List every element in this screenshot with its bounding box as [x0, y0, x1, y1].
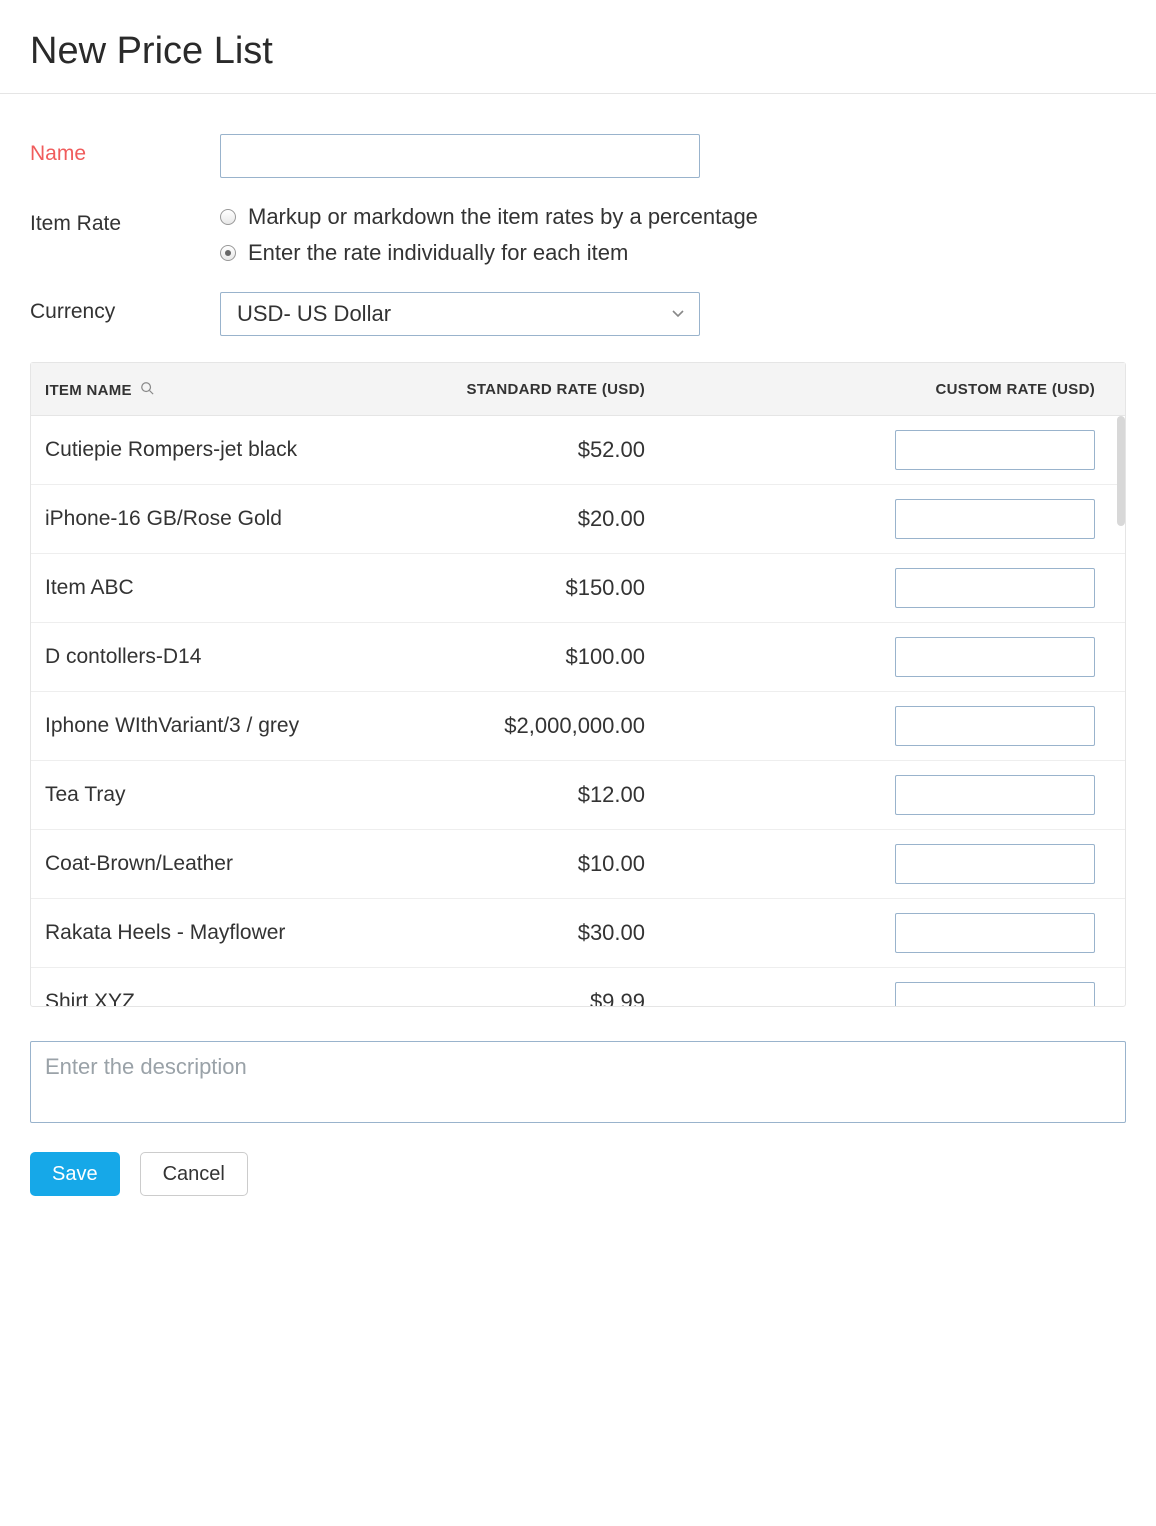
item-name-cell: Iphone WIthVariant/3 / grey — [45, 713, 405, 739]
header-standard-rate: STANDARD RATE (USD) — [405, 381, 645, 399]
standard-rate-cell: $52.00 — [405, 437, 645, 463]
search-icon[interactable] — [140, 381, 154, 399]
item-name-cell: Shirt XYZ — [45, 989, 405, 1006]
custom-rate-cell — [645, 844, 1111, 884]
custom-rate-cell — [645, 499, 1111, 539]
custom-rate-input[interactable] — [895, 637, 1095, 677]
header-custom-rate: CUSTOM RATE (USD) — [645, 381, 1111, 399]
save-button[interactable]: Save — [30, 1152, 120, 1196]
page-title: New Price List — [30, 30, 1126, 93]
standard-rate-cell: $10.00 — [405, 851, 645, 877]
table-row: Tea Tray$12.00 — [31, 761, 1125, 830]
custom-rate-input[interactable] — [895, 913, 1095, 953]
table-row: Cutiepie Rompers-jet black$52.00 — [31, 416, 1125, 485]
custom-rate-cell — [645, 568, 1111, 608]
radio-icon — [220, 209, 236, 225]
table-row: Rakata Heels - Mayflower$30.00 — [31, 899, 1125, 968]
custom-rate-input[interactable] — [895, 499, 1095, 539]
standard-rate-cell: $150.00 — [405, 575, 645, 601]
item-rate-label: Item Rate — [30, 204, 220, 236]
table-row: Coat-Brown/Leather$10.00 — [31, 830, 1125, 899]
cancel-button[interactable]: Cancel — [140, 1152, 248, 1196]
currency-select[interactable]: USD- US Dollar — [220, 292, 700, 336]
item-name-cell: Rakata Heels - Mayflower — [45, 920, 405, 946]
scrollbar[interactable] — [1117, 416, 1125, 1006]
standard-rate-cell: $12.00 — [405, 782, 645, 808]
standard-rate-cell: $9.99 — [405, 989, 645, 1006]
item-name-cell: Tea Tray — [45, 782, 405, 808]
item-name-cell: Cutiepie Rompers-jet black — [45, 437, 405, 463]
custom-rate-input[interactable] — [895, 430, 1095, 470]
standard-rate-cell: $100.00 — [405, 644, 645, 670]
table-row: Iphone WIthVariant/3 / grey$2,000,000.00 — [31, 692, 1125, 761]
custom-rate-cell — [645, 430, 1111, 470]
custom-rate-input[interactable] — [895, 844, 1095, 884]
custom-rate-cell — [645, 775, 1111, 815]
scrollbar-thumb[interactable] — [1117, 416, 1125, 526]
currency-label: Currency — [30, 292, 220, 324]
table-header: ITEM NAME STANDARD RATE (USD) CUSTOM RAT… — [31, 363, 1125, 416]
name-label: Name — [30, 134, 220, 166]
standard-rate-cell: $2,000,000.00 — [405, 713, 645, 739]
custom-rate-cell — [645, 637, 1111, 677]
item-name-cell: iPhone-16 GB/Rose Gold — [45, 506, 405, 532]
custom-rate-cell — [645, 982, 1111, 1006]
table-row: Item ABC$150.00 — [31, 554, 1125, 623]
standard-rate-cell: $30.00 — [405, 920, 645, 946]
item-rate-radio-percentage[interactable]: Markup or markdown the item rates by a p… — [220, 204, 1126, 230]
header-item-name: ITEM NAME — [45, 382, 132, 399]
table-row: D contollers-D14$100.00 — [31, 623, 1125, 692]
item-name-cell: Item ABC — [45, 575, 405, 601]
custom-rate-input[interactable] — [895, 568, 1095, 608]
items-table: ITEM NAME STANDARD RATE (USD) CUSTOM RAT… — [30, 362, 1126, 1007]
item-name-cell: D contollers-D14 — [45, 644, 405, 670]
radio-label: Enter the rate individually for each ite… — [248, 240, 628, 266]
description-textarea[interactable] — [30, 1041, 1126, 1123]
radio-label: Markup or markdown the item rates by a p… — [248, 204, 758, 230]
custom-rate-input[interactable] — [895, 982, 1095, 1006]
radio-icon — [220, 245, 236, 261]
custom-rate-cell — [645, 706, 1111, 746]
standard-rate-cell: $20.00 — [405, 506, 645, 532]
table-row: iPhone-16 GB/Rose Gold$20.00 — [31, 485, 1125, 554]
table-row: Shirt XYZ$9.99 — [31, 968, 1125, 1006]
custom-rate-cell — [645, 913, 1111, 953]
item-rate-radio-individual[interactable]: Enter the rate individually for each ite… — [220, 240, 1126, 266]
name-input[interactable] — [220, 134, 700, 178]
custom-rate-input[interactable] — [895, 706, 1095, 746]
custom-rate-input[interactable] — [895, 775, 1095, 815]
currency-value: USD- US Dollar — [237, 301, 391, 327]
item-name-cell: Coat-Brown/Leather — [45, 851, 405, 877]
table-body: Cutiepie Rompers-jet black$52.00iPhone-1… — [31, 416, 1125, 1006]
